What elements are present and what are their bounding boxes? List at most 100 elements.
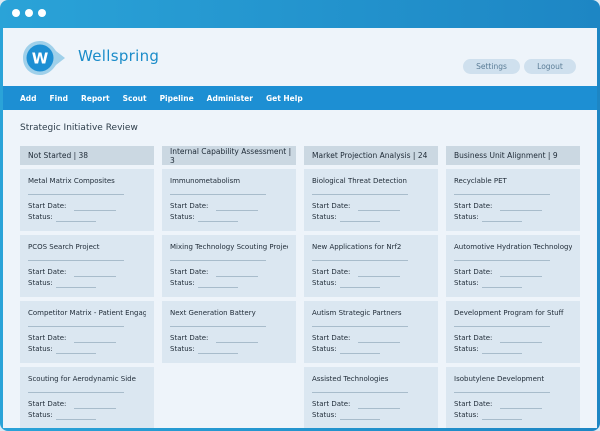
start-date-label: Start Date: bbox=[170, 202, 209, 210]
card-title: Next Generation Battery bbox=[170, 309, 256, 317]
card-title: Immunometabolism bbox=[170, 177, 241, 185]
status-label: Status: bbox=[312, 345, 337, 353]
card-divider bbox=[170, 326, 266, 327]
start-date-value bbox=[500, 408, 542, 409]
card-divider bbox=[28, 260, 124, 261]
start-date-label: Start Date: bbox=[454, 400, 493, 408]
status-value bbox=[56, 353, 96, 354]
start-date-value bbox=[358, 210, 400, 211]
status-value bbox=[482, 353, 522, 354]
wellspring-logo-icon[interactable]: W bbox=[21, 39, 67, 77]
card-divider bbox=[312, 260, 408, 261]
start-date-value bbox=[74, 342, 116, 343]
initiative-card[interactable]: Immunometabolism Start Date: Status: bbox=[162, 169, 296, 231]
main-nav: Add Find Report Scout Pipeline Administe… bbox=[3, 86, 597, 110]
start-date-label: Start Date: bbox=[454, 334, 493, 342]
card-divider bbox=[170, 260, 266, 261]
window-dot-icon[interactable] bbox=[12, 9, 20, 17]
card-title: Biological Threat Detection bbox=[312, 177, 407, 185]
card-title: Autism Strategic Partners bbox=[312, 309, 402, 317]
start-date-label: Start Date: bbox=[28, 202, 67, 210]
card-title: Competitor Matrix - Patient Engage bbox=[28, 309, 146, 317]
card-divider bbox=[170, 194, 266, 195]
logout-button[interactable]: Logout bbox=[524, 59, 576, 74]
card-divider bbox=[28, 392, 124, 393]
status-label: Status: bbox=[28, 279, 53, 287]
start-date-value bbox=[358, 408, 400, 409]
window-controls bbox=[12, 9, 46, 17]
start-date-value bbox=[358, 342, 400, 343]
start-date-label: Start Date: bbox=[312, 400, 351, 408]
status-value bbox=[340, 221, 380, 222]
start-date-label: Start Date: bbox=[28, 268, 67, 276]
status-value bbox=[56, 221, 96, 222]
start-date-label: Start Date: bbox=[170, 268, 209, 276]
status-label: Status: bbox=[28, 213, 53, 221]
start-date-value bbox=[216, 276, 258, 277]
initiative-card[interactable]: Assisted Technologies Start Date: Status… bbox=[304, 367, 438, 428]
card-title: Metal Matrix Composites bbox=[28, 177, 115, 185]
header: W Wellspring Settings Logout bbox=[3, 28, 597, 86]
nav-administer[interactable]: Administer bbox=[207, 94, 253, 103]
column-header[interactable]: Business Unit Alignment | 9 bbox=[446, 146, 580, 165]
logo-letter: W bbox=[32, 50, 49, 68]
initiative-card[interactable]: Isobutylene Development Start Date: Stat… bbox=[446, 367, 580, 428]
card-divider bbox=[454, 392, 550, 393]
nav-scout[interactable]: Scout bbox=[123, 94, 147, 103]
status-value bbox=[56, 287, 96, 288]
card-divider bbox=[312, 326, 408, 327]
nav-pipeline[interactable]: Pipeline bbox=[160, 94, 194, 103]
start-date-value bbox=[500, 342, 542, 343]
card-divider bbox=[454, 194, 550, 195]
initiative-card[interactable]: Automotive Hydration Technology Start Da… bbox=[446, 235, 580, 297]
initiative-card[interactable]: Development Program for Stuff Start Date… bbox=[446, 301, 580, 363]
column-header[interactable]: Market Projection Analysis | 24 bbox=[304, 146, 438, 165]
initiative-card[interactable]: Autism Strategic Partners Start Date: St… bbox=[304, 301, 438, 363]
card-divider bbox=[312, 392, 408, 393]
brand-name: Wellspring bbox=[78, 47, 160, 65]
status-value bbox=[198, 353, 238, 354]
window-dot-icon[interactable] bbox=[38, 9, 46, 17]
start-date-value bbox=[500, 210, 542, 211]
settings-button[interactable]: Settings bbox=[463, 59, 520, 74]
nav-get-help[interactable]: Get Help bbox=[266, 94, 303, 103]
status-value bbox=[340, 353, 380, 354]
initiative-card[interactable]: Next Generation Battery Start Date: Stat… bbox=[162, 301, 296, 363]
status-value bbox=[482, 287, 522, 288]
initiative-card[interactable]: Recyclable PET Start Date: Status: bbox=[446, 169, 580, 231]
status-label: Status: bbox=[454, 213, 479, 221]
card-title: New Applications for Nrf2 bbox=[312, 243, 402, 251]
start-date-label: Start Date: bbox=[312, 334, 351, 342]
start-date-value bbox=[216, 342, 258, 343]
card-title: Assisted Technologies bbox=[312, 375, 389, 383]
nav-report[interactable]: Report bbox=[81, 94, 110, 103]
initiative-card[interactable]: New Applications for Nrf2 Start Date: St… bbox=[304, 235, 438, 297]
initiative-card[interactable]: PCOS Search Project Start Date: Status: bbox=[20, 235, 154, 297]
initiative-card[interactable]: Metal Matrix Composites Start Date: Stat… bbox=[20, 169, 154, 231]
nav-find[interactable]: Find bbox=[50, 94, 68, 103]
window-dot-icon[interactable] bbox=[25, 9, 33, 17]
start-date-label: Start Date: bbox=[312, 268, 351, 276]
start-date-value bbox=[74, 408, 116, 409]
column-header[interactable]: Not Started | 38 bbox=[20, 146, 154, 165]
card-title: Isobutylene Development bbox=[454, 375, 545, 383]
nav-add[interactable]: Add bbox=[20, 94, 37, 103]
column-header[interactable]: Internal Capability Assessment | 3 bbox=[162, 146, 296, 165]
column-business-unit-alignment: Business Unit Alignment | 9 Recyclable P… bbox=[446, 146, 580, 428]
initiative-card[interactable]: Scouting for Aerodynamic Side Start Date… bbox=[20, 367, 154, 428]
status-value bbox=[56, 419, 96, 420]
column-internal-capability-assessment: Internal Capability Assessment | 3 Immun… bbox=[162, 146, 296, 363]
status-value bbox=[198, 287, 238, 288]
column-not-started: Not Started | 38 Metal Matrix Composites… bbox=[20, 146, 154, 428]
status-label: Status: bbox=[170, 279, 195, 287]
status-value bbox=[482, 221, 522, 222]
status-label: Status: bbox=[28, 345, 53, 353]
initiative-card[interactable]: Mixing Technology Scouting Project Start… bbox=[162, 235, 296, 297]
start-date-value bbox=[74, 210, 116, 211]
app-window: W Wellspring Settings Logout Add Find Re… bbox=[3, 28, 597, 428]
card-title: Scouting for Aerodynamic Side bbox=[28, 375, 136, 383]
initiative-card[interactable]: Competitor Matrix - Patient Engage Start… bbox=[20, 301, 154, 363]
card-title: PCOS Search Project bbox=[28, 243, 100, 251]
status-label: Status: bbox=[312, 411, 337, 419]
initiative-card[interactable]: Biological Threat Detection Start Date: … bbox=[304, 169, 438, 231]
